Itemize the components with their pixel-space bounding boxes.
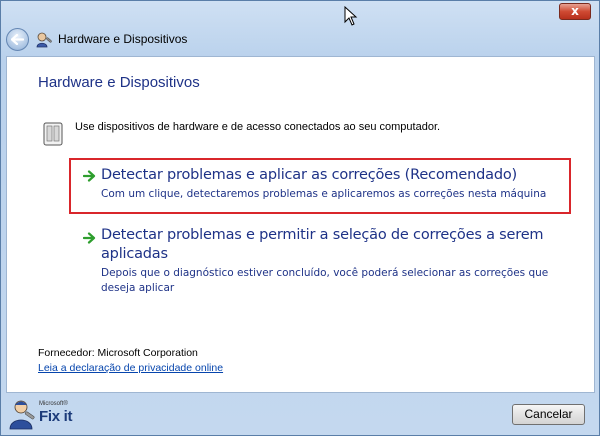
green-arrow-icon bbox=[83, 170, 96, 182]
fixit-mascot-icon bbox=[9, 400, 35, 430]
fixit-brand: Microsoft® bbox=[39, 401, 68, 407]
window-title: Hardware e Dispositivos bbox=[58, 32, 188, 46]
close-button[interactable]: x bbox=[559, 3, 591, 20]
page-heading: Hardware e Dispositivos bbox=[38, 74, 200, 91]
privacy-link[interactable]: Leia a declaração de privacidade online bbox=[38, 362, 223, 374]
close-icon: x bbox=[571, 4, 579, 18]
option-description: Com um clique, detectaremos problemas e … bbox=[101, 188, 547, 200]
option-detect-and-apply[interactable]: Detectar problemas e aplicar as correçõe… bbox=[69, 158, 571, 214]
troubleshooter-window: x Hardware e Dispositivos Hardware e Dis… bbox=[0, 0, 600, 436]
option-detect-and-select[interactable]: Detectar problemas e permitir a seleção … bbox=[69, 224, 571, 300]
troubleshooter-icon bbox=[36, 32, 52, 48]
description-text: Use dispositivos de hardware e de acesso… bbox=[75, 121, 441, 133]
back-arrow-icon bbox=[11, 34, 24, 45]
footer-bar: Microsoft® Fix it Cancelar bbox=[1, 393, 599, 435]
device-icon bbox=[43, 122, 63, 146]
content-panel: Hardware e Dispositivos Use dispositivos… bbox=[6, 56, 595, 393]
cancel-button[interactable]: Cancelar bbox=[512, 404, 585, 425]
back-button[interactable] bbox=[6, 28, 29, 51]
option-title: Detectar problemas e aplicar as correçõe… bbox=[101, 167, 517, 183]
option-title: Detectar problemas e permitir a seleção … bbox=[101, 227, 544, 262]
green-arrow-icon bbox=[83, 232, 96, 244]
navigation-bar: Hardware e Dispositivos bbox=[1, 27, 599, 53]
mouse-cursor-icon bbox=[344, 6, 358, 26]
fixit-name: Fix it bbox=[39, 408, 73, 425]
fixit-logo: Microsoft® Fix it bbox=[7, 398, 77, 430]
vendor-text: Fornecedor: Microsoft Corporation bbox=[38, 347, 198, 359]
title-bar: x bbox=[1, 1, 599, 27]
option-description: Depois que o diagnóstico estiver concluí… bbox=[101, 267, 549, 294]
